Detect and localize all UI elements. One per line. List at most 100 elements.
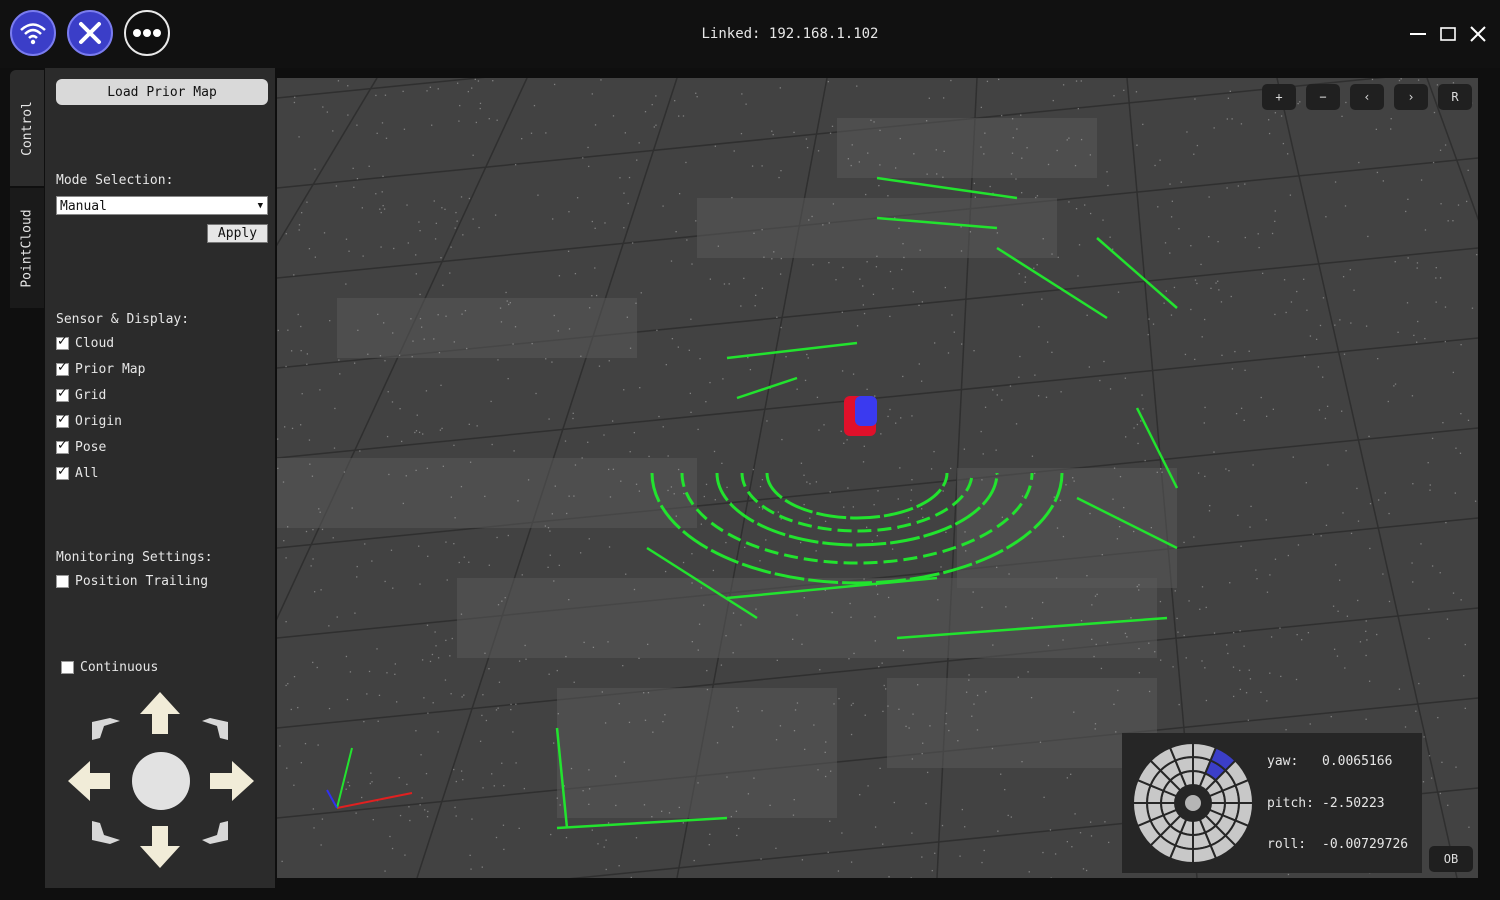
cloud-point bbox=[1467, 169, 1469, 172]
cloud-point bbox=[557, 330, 559, 332]
cloud-point bbox=[598, 365, 601, 367]
cloud-point bbox=[1221, 354, 1223, 356]
mode-select[interactable]: Manual ▼ bbox=[56, 196, 268, 215]
cloud-point bbox=[308, 439, 311, 441]
cloud-point bbox=[1190, 245, 1192, 247]
cloud-point bbox=[623, 761, 625, 763]
cloud-point bbox=[928, 97, 930, 99]
checkbox-all[interactable]: All bbox=[56, 464, 98, 482]
cloud-point bbox=[1080, 619, 1083, 622]
cloud-point bbox=[1161, 471, 1163, 473]
checkbox-icon[interactable] bbox=[56, 334, 69, 350]
checkbox-grid[interactable]: Grid bbox=[56, 386, 106, 404]
cloud-point bbox=[503, 848, 505, 851]
cloud-point bbox=[287, 683, 289, 685]
cloud-point bbox=[1125, 436, 1127, 438]
cloud-point bbox=[1439, 792, 1442, 795]
cloud-point bbox=[1350, 532, 1353, 535]
stop-button[interactable] bbox=[132, 752, 190, 810]
cloud-point bbox=[633, 431, 635, 434]
reset-view-button[interactable]: R bbox=[1438, 84, 1472, 110]
cloud-point bbox=[1204, 406, 1206, 409]
cloud-point bbox=[472, 154, 474, 156]
cloud-point bbox=[450, 246, 452, 248]
checkbox-icon[interactable] bbox=[56, 464, 69, 480]
close-window-button[interactable] bbox=[1466, 22, 1490, 46]
cloud-point bbox=[345, 788, 347, 790]
cloud-point bbox=[766, 420, 768, 422]
cloud-point bbox=[362, 255, 364, 257]
cloud-point bbox=[553, 83, 556, 86]
cloud-point bbox=[778, 176, 780, 179]
cloud-point bbox=[1375, 128, 1378, 131]
zoom-out-button[interactable]: − bbox=[1306, 84, 1340, 110]
checkbox-icon[interactable] bbox=[56, 438, 69, 454]
cloud-point bbox=[675, 231, 677, 233]
checkbox-icon[interactable] bbox=[56, 386, 69, 402]
cloud-point bbox=[697, 782, 699, 784]
checkbox-icon[interactable] bbox=[56, 412, 69, 428]
arrow-up-right-icon[interactable] bbox=[202, 718, 228, 740]
cloud-point bbox=[675, 515, 677, 517]
cloud-point bbox=[524, 644, 526, 647]
cloud-point bbox=[911, 832, 913, 834]
cloud-point bbox=[623, 389, 625, 391]
cloud-point bbox=[709, 381, 711, 384]
arrow-left-icon[interactable] bbox=[68, 761, 110, 801]
maximize-button[interactable] bbox=[1436, 22, 1460, 46]
cloud-point bbox=[864, 714, 866, 716]
arrow-up-icon[interactable] bbox=[140, 692, 180, 734]
rotate-left-button[interactable]: ‹ bbox=[1350, 84, 1384, 110]
checkbox-origin[interactable]: Origin bbox=[56, 412, 122, 430]
load-prior-map-button[interactable]: Load Prior Map bbox=[56, 79, 268, 105]
cloud-point bbox=[411, 356, 413, 358]
cloud-point bbox=[472, 218, 474, 220]
cloud-point bbox=[1073, 480, 1075, 482]
checkbox-cloud[interactable]: Cloud bbox=[56, 334, 114, 352]
cloud-point bbox=[996, 232, 999, 234]
scan-line bbox=[996, 246, 1108, 320]
cloud-point bbox=[827, 80, 829, 83]
cloud-point bbox=[838, 697, 840, 700]
checkbox-prior-map[interactable]: Prior Map bbox=[56, 360, 145, 378]
cloud-point bbox=[515, 762, 517, 764]
cloud-point bbox=[469, 854, 471, 857]
cloud-point bbox=[1170, 314, 1173, 316]
checkbox-position-trailing[interactable]: Position Trailing bbox=[56, 572, 208, 590]
cloud-point bbox=[1271, 232, 1274, 235]
zoom-in-button[interactable]: + bbox=[1262, 84, 1296, 110]
checkbox-icon[interactable] bbox=[56, 360, 69, 376]
cloud-point bbox=[348, 250, 350, 252]
cloud-point bbox=[1194, 98, 1196, 100]
cloud-point bbox=[502, 824, 505, 826]
cloud-point bbox=[813, 724, 815, 726]
cloud-point bbox=[900, 417, 902, 419]
cloud-point bbox=[959, 855, 961, 857]
arrow-down-right-icon[interactable] bbox=[202, 821, 228, 844]
cloud-point bbox=[980, 146, 982, 148]
tab-pointcloud[interactable]: PointCloud bbox=[10, 188, 44, 308]
checkbox-pose[interactable]: Pose bbox=[56, 438, 106, 456]
cloud-point bbox=[858, 161, 860, 163]
wall-block bbox=[697, 198, 1057, 258]
arrow-down-icon[interactable] bbox=[140, 826, 180, 868]
arrow-right-icon[interactable] bbox=[210, 761, 254, 801]
arrow-down-left-icon[interactable] bbox=[92, 821, 120, 844]
rotate-right-button[interactable]: › bbox=[1394, 84, 1428, 110]
ob-button[interactable]: OB bbox=[1429, 846, 1473, 872]
minimize-button[interactable] bbox=[1406, 22, 1430, 46]
apply-button[interactable]: Apply bbox=[207, 224, 268, 243]
checkbox-icon[interactable] bbox=[56, 574, 69, 588]
cloud-point bbox=[695, 92, 697, 94]
cloud-point bbox=[620, 480, 622, 482]
cloud-point bbox=[850, 616, 852, 618]
cloud-point bbox=[612, 468, 615, 470]
arrow-up-left-icon[interactable] bbox=[92, 718, 120, 740]
checkbox-continuous[interactable]: Continuous bbox=[61, 658, 158, 676]
cloud-point bbox=[1243, 419, 1245, 421]
cloud-point bbox=[1268, 119, 1270, 121]
checkbox-icon[interactable] bbox=[61, 660, 74, 674]
tab-control[interactable]: Control bbox=[10, 70, 44, 186]
cloud-point bbox=[1292, 456, 1294, 458]
cloud-point bbox=[725, 541, 727, 544]
